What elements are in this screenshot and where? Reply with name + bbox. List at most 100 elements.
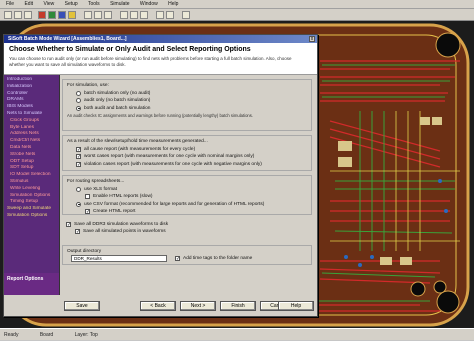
step-address-nets[interactable]: Address Nets — [4, 131, 59, 138]
step-introduction[interactable]: Introduction — [4, 77, 59, 84]
checkbox-worst-cases-report[interactable]: ✓ — [76, 154, 81, 160]
help-icon[interactable] — [182, 11, 190, 19]
output-directory-group: Output directory DDR_Results ✓ Add time … — [62, 245, 312, 265]
simulate-icon[interactable] — [156, 11, 164, 19]
report-options-title: As a result of the slew/setup/hold time … — [67, 139, 208, 144]
step-io-model-selection[interactable]: IO Model Selection — [4, 172, 59, 179]
step-sdt-setup[interactable]: SDT Setup — [4, 165, 59, 172]
probe-icon[interactable] — [166, 11, 174, 19]
dialog-header: Choose Whether to Simulate or Only Audit… — [4, 43, 317, 75]
close-icon[interactable]: x — [309, 36, 315, 42]
step-strobe-nets[interactable]: Strobe Nets — [4, 152, 59, 159]
save-options: ✓ Save all DDR3 simulation waveforms to … — [66, 219, 312, 235]
zoom-in-icon[interactable] — [84, 11, 92, 19]
status-context: Board — [39, 332, 54, 338]
step-initialization[interactable]: Initialization — [4, 84, 59, 91]
menu-file[interactable]: File — [6, 1, 14, 7]
checkbox-all-cause-report[interactable]: ✓ — [76, 146, 81, 152]
open-icon[interactable] — [14, 11, 22, 19]
route-icon[interactable] — [130, 11, 138, 19]
application-window: File Edit View Setup Tools Simulate Wind… — [0, 0, 474, 340]
option-save-points[interactable]: ✓ Save all simulated points in waveforms — [75, 229, 312, 235]
option-save-waveforms[interactable]: ✓ Save all DDR3 simulation waveforms to … — [66, 221, 312, 227]
option-worst-cases-label: worst cases report (with measurements fo… — [84, 154, 255, 159]
menu-edit[interactable]: Edit — [24, 1, 33, 7]
save-icon[interactable] — [24, 11, 32, 19]
checkbox-save-waveforms[interactable]: ✓ — [66, 221, 71, 227]
wizard-steps-sidebar: Introduction Initialization Controller D… — [4, 75, 60, 273]
radio-csv-format[interactable] — [76, 201, 81, 207]
checkbox-create-html[interactable]: ✓ — [85, 209, 90, 215]
option-audit-and-batch[interactable]: both audit and batch simulation — [76, 105, 307, 111]
step-cmd-ctrl-nets[interactable]: Cmd/Ctrl Nets — [4, 138, 59, 145]
step-nets-to-simulate[interactable]: Nets to Simulate — [4, 111, 59, 118]
option-violation-report[interactable]: ✓ violation cases report (with measureme… — [76, 161, 307, 167]
finish-button[interactable]: Finish — [220, 301, 256, 311]
checkbox-save-points[interactable]: ✓ — [75, 229, 80, 235]
checkbox-time-tags[interactable]: ✓ — [175, 256, 180, 262]
option-save-points-label: Save all simulated points in waveforms — [83, 229, 166, 234]
option-time-tags[interactable]: ✓ Add time tags to the folder name — [175, 256, 252, 262]
layer-green-icon[interactable] — [48, 11, 56, 19]
new-icon[interactable] — [4, 11, 12, 19]
option-batch-only[interactable]: batch simulation only (no audit) — [76, 90, 307, 96]
save-button[interactable]: Save — [64, 301, 100, 311]
output-directory-input[interactable]: DDR_Results — [71, 255, 167, 262]
menu-bar: File Edit View Setup Tools Simulate Wind… — [0, 0, 474, 9]
dialog-body: For simulation, use: batch simulation on… — [62, 77, 315, 292]
option-worst-cases-report[interactable]: ✓ worst cases report (with measurements … — [76, 154, 307, 160]
status-layer: Layer: Top — [74, 332, 98, 338]
option-audit-only[interactable]: audit only (no batch simulation) — [76, 98, 307, 103]
step-ibis-models[interactable]: IBIS Models — [4, 104, 59, 111]
step-clock-groups[interactable]: Clock Groups — [4, 118, 59, 125]
menu-simulate[interactable]: Simulate — [110, 1, 129, 7]
step-simulation-options-2[interactable]: Simulation Options — [4, 213, 59, 220]
checkbox-violation-report[interactable]: ✓ — [76, 161, 81, 167]
batch-mode-wizard-dialog: SiSoft Batch Mode Wizard [Assemblies1, B… — [3, 34, 318, 317]
option-csv-format[interactable]: use CSV format (recommended for large re… — [76, 201, 307, 207]
layer-red-icon[interactable] — [38, 11, 46, 19]
step-drams[interactable]: DRAMs — [4, 97, 59, 104]
next-button[interactable]: Next > — [180, 301, 216, 311]
spreadsheet-format-title: For routing spreadsheets... — [67, 179, 125, 184]
step-report-options[interactable]: Report Options — [4, 273, 60, 295]
option-enable-html[interactable]: Enable HTML reports (slow) — [85, 194, 307, 199]
menu-tools[interactable]: Tools — [88, 1, 100, 7]
layer-blue-icon[interactable] — [58, 11, 66, 19]
measure-icon[interactable] — [140, 11, 148, 19]
radio-audit-only[interactable] — [76, 98, 81, 103]
step-stimulus[interactable]: Stimulus — [4, 179, 59, 186]
radio-audit-and-batch[interactable] — [76, 105, 81, 111]
step-data-nets[interactable]: Data Nets — [4, 145, 59, 152]
option-create-html-label: Create HTML report — [93, 209, 136, 214]
menu-help[interactable]: Help — [168, 1, 178, 7]
option-save-waveforms-label: Save all DDR3 simulation waveforms to di… — [74, 221, 169, 227]
radio-batch-only[interactable] — [76, 90, 81, 96]
zoom-out-icon[interactable] — [94, 11, 102, 19]
option-csv-label: use CSV format (recommended for large re… — [84, 201, 265, 207]
step-controller[interactable]: Controller — [4, 91, 59, 98]
step-timing-setup[interactable]: Timing Setup — [4, 199, 59, 206]
audit-note: An audit checks IC assignments and warni… — [67, 112, 253, 118]
simulation-mode-title: For simulation, use: — [67, 83, 109, 88]
status-bar: Ready Board Layer: Top — [0, 328, 474, 340]
step-odt-setup[interactable]: ODT Setup — [4, 159, 59, 166]
step-byte-lanes[interactable]: Byte Lanes — [4, 125, 59, 132]
help-button[interactable]: Help — [278, 301, 314, 311]
menu-setup[interactable]: Setup — [65, 1, 78, 7]
option-xls-format[interactable]: use XLS format — [76, 186, 307, 192]
option-audit-only-label: audit only (no batch simulation) — [84, 98, 151, 103]
zoom-fit-icon[interactable] — [104, 11, 112, 19]
step-sweep-and-simulate[interactable]: Sweep and Simulate — [4, 206, 59, 213]
option-create-html[interactable]: ✓ Create HTML report — [85, 209, 307, 215]
step-write-leveling[interactable]: Write Leveling — [4, 186, 59, 193]
radio-xls-format[interactable] — [76, 186, 81, 192]
option-all-cause-report[interactable]: ✓ all cause report (with measurements fo… — [76, 146, 307, 152]
menu-view[interactable]: View — [43, 1, 54, 7]
select-icon[interactable] — [120, 11, 128, 19]
menu-window[interactable]: Window — [140, 1, 158, 7]
layer-yellow-icon[interactable] — [68, 11, 76, 19]
step-simulation-options[interactable]: Simulation Options — [4, 193, 59, 200]
back-button[interactable]: < Back — [140, 301, 176, 311]
checkbox-enable-html[interactable] — [85, 194, 90, 199]
